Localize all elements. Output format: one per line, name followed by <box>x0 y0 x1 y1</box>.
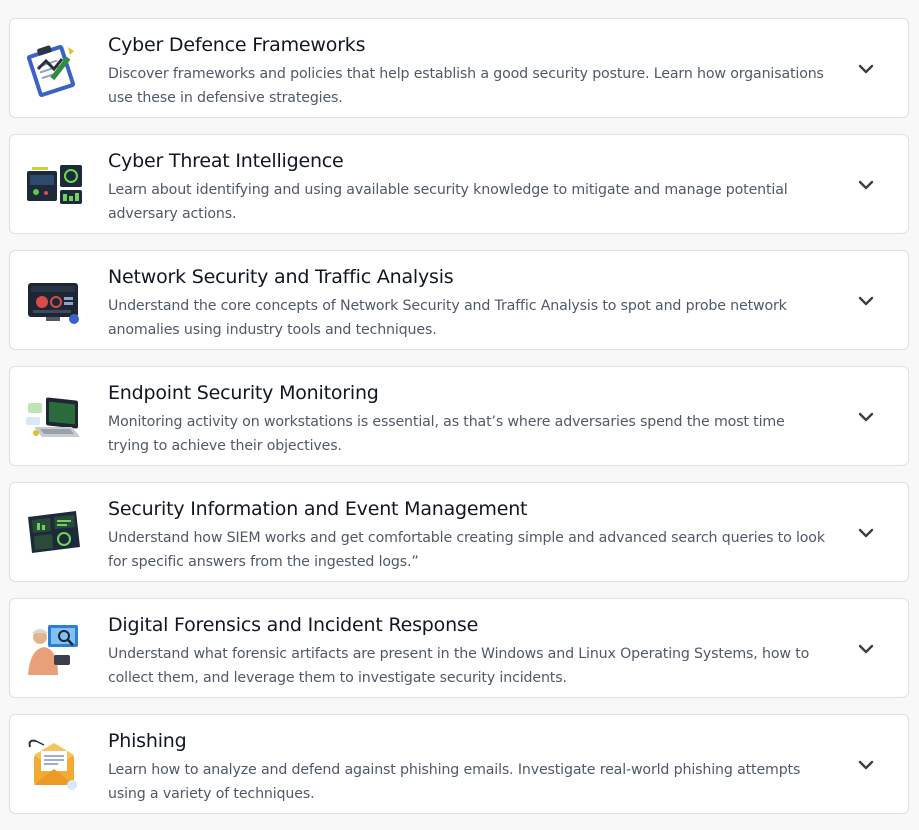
module-card-cyber-threat-intelligence[interactable]: Cyber Threat Intelligence Learn about id… <box>9 134 909 234</box>
chevron-down-icon[interactable] <box>856 639 876 659</box>
forensic-analyst-icon <box>24 619 84 679</box>
chevron-down-icon[interactable] <box>856 755 876 775</box>
chevron-down-icon[interactable] <box>856 175 876 195</box>
module-title: Cyber Defence Frameworks <box>108 34 366 56</box>
module-card-dfir[interactable]: Digital Forensics and Incident Response … <box>9 598 909 698</box>
chevron-down-icon[interactable] <box>856 59 876 79</box>
module-title: Phishing <box>108 730 187 752</box>
module-title: Security Information and Event Managemen… <box>108 498 528 520</box>
module-title: Digital Forensics and Incident Response <box>108 614 479 636</box>
module-card-cyber-defence-frameworks[interactable]: Cyber Defence Frameworks Discover framew… <box>9 18 909 118</box>
module-card-siem[interactable]: Security Information and Event Managemen… <box>9 482 909 582</box>
module-description: Learn how to analyze and defend against … <box>108 762 801 802</box>
module-card-network-security[interactable]: Network Security and Traffic Analysis Un… <box>9 250 909 350</box>
threat-intel-dashboard-icon <box>24 155 84 215</box>
module-title: Network Security and Traffic Analysis <box>108 266 454 288</box>
module-description: Understand what forensic artifacts are p… <box>108 646 810 686</box>
module-card-phishing[interactable]: Phishing Learn how to analyze and defend… <box>9 714 909 814</box>
module-card-endpoint-security[interactable]: Endpoint Security Monitoring Monitoring … <box>9 366 909 466</box>
chevron-down-icon[interactable] <box>856 407 876 427</box>
module-list: Cyber Defence Frameworks Discover framew… <box>9 18 909 830</box>
chevron-down-icon[interactable] <box>856 523 876 543</box>
network-monitor-icon <box>24 271 84 331</box>
module-description: Understand the core concepts of Network … <box>108 298 787 338</box>
module-title: Cyber Threat Intelligence <box>108 150 344 172</box>
laptop-monitoring-icon <box>24 387 84 447</box>
siem-dashboard-icon <box>24 503 84 563</box>
module-title: Endpoint Security Monitoring <box>108 382 379 404</box>
module-description: Discover frameworks and policies that he… <box>108 66 824 106</box>
module-description: Learn about identifying and using availa… <box>108 182 788 222</box>
module-description: Understand how SIEM works and get comfor… <box>108 530 825 570</box>
chevron-down-icon[interactable] <box>856 291 876 311</box>
phishing-email-icon <box>24 735 84 795</box>
module-description: Monitoring activity on workstations is e… <box>108 414 785 454</box>
clipboard-policy-icon <box>24 39 84 99</box>
